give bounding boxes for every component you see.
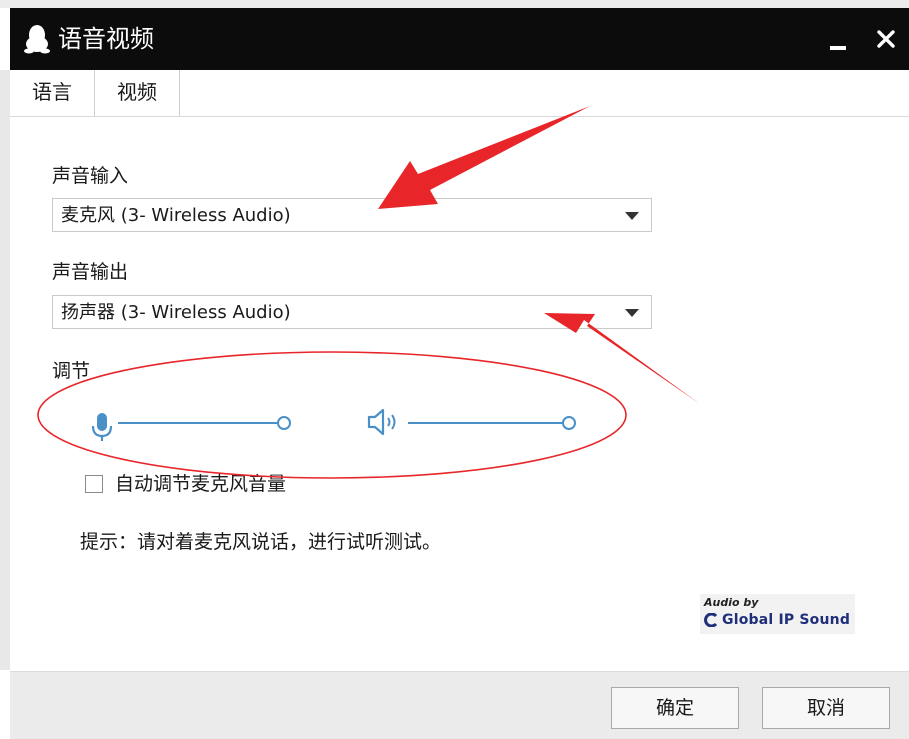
annotation-ellipse <box>37 351 627 479</box>
mic-volume-track[interactable] <box>118 422 278 424</box>
logo-name: Global IP Sound <box>722 612 851 628</box>
output-label: 声音输出 <box>52 261 129 283</box>
input-device-select[interactable]: 麦克风 (3- Wireless Audio) <box>52 198 652 232</box>
close-button[interactable] <box>868 22 904 56</box>
annotation-arrow-input <box>378 106 590 209</box>
output-device-select[interactable]: 扬声器 (3- Wireless Audio) <box>52 295 652 329</box>
close-icon <box>877 30 895 48</box>
auto-adjust-checkbox[interactable] <box>85 475 103 493</box>
adjust-label: 调节 <box>52 360 91 382</box>
mic-volume-thumb[interactable] <box>277 416 291 430</box>
cancel-button[interactable]: 取消 <box>762 687 890 729</box>
voice-video-dialog: 语音视频 语言 视频 声音输入 麦克风 (3- Wireless Audio) … <box>10 8 909 739</box>
hint-text: 提示：请对着麦克风说话，进行试听测试。 <box>80 531 442 553</box>
tab-bar: 语言 视频 <box>10 70 909 117</box>
logo-caption: Audio by <box>704 596 759 609</box>
dialog-footer: 确定 取消 <box>10 671 909 739</box>
tab-voice[interactable]: 语言 <box>10 70 95 116</box>
qq-penguin-icon <box>24 25 50 54</box>
window-title: 语音视频 <box>58 25 154 53</box>
global-ip-sound-logo: Audio by Global IP Sound <box>700 594 855 634</box>
input-device-value: 麦克风 (3- Wireless Audio) <box>61 205 291 226</box>
background-edge <box>0 70 10 670</box>
microphone-icon <box>91 413 113 441</box>
chevron-down-icon <box>625 309 639 317</box>
chevron-down-icon <box>625 212 639 220</box>
background-strip <box>0 0 909 8</box>
speaker-volume-thumb[interactable] <box>562 416 576 430</box>
title-bar[interactable]: 语音视频 <box>10 8 909 70</box>
minimize-button[interactable] <box>820 22 856 56</box>
auto-adjust-label: 自动调节麦克风音量 <box>115 473 287 495</box>
gips-logo-icon <box>704 613 718 627</box>
speaker-icon <box>367 408 396 436</box>
input-label: 声音输入 <box>52 165 129 187</box>
ok-button[interactable]: 确定 <box>611 687 739 729</box>
speaker-volume-track[interactable] <box>408 422 563 424</box>
tab-video[interactable]: 视频 <box>95 70 180 116</box>
output-device-value: 扬声器 (3- Wireless Audio) <box>61 302 291 323</box>
